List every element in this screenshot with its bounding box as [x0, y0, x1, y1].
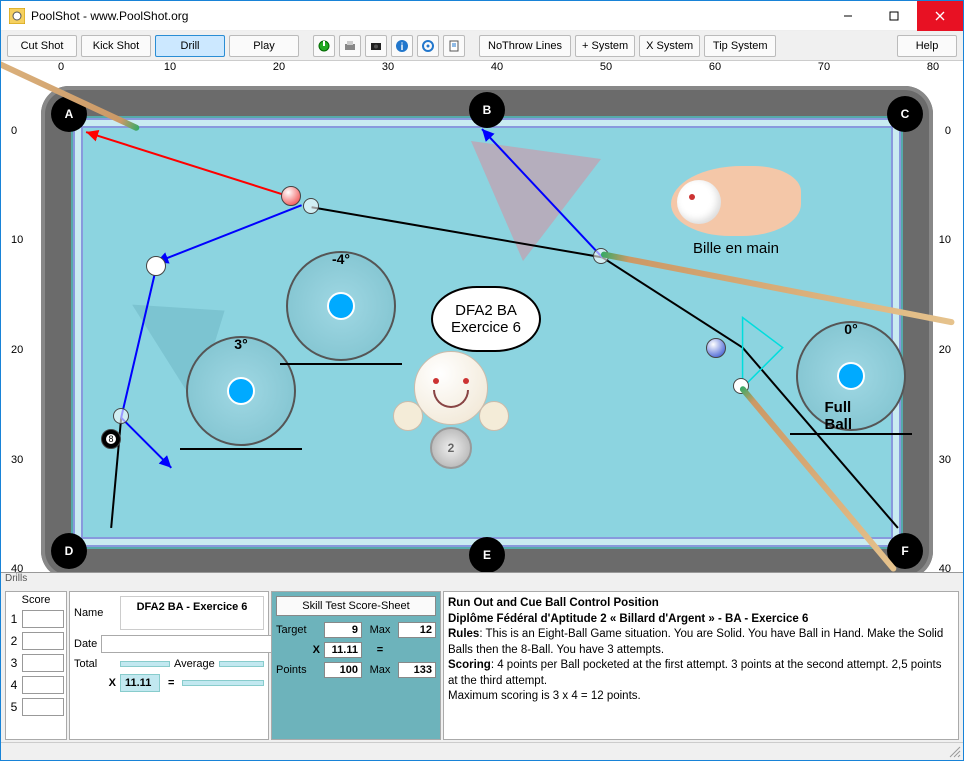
ball-2[interactable]	[706, 338, 726, 358]
main-canvas[interactable]: 010 2030 4050 6070 80 010 2030 40 010 20…	[1, 61, 963, 742]
info-panel: NameDFA2 BA - Exercice 6 DateClear Total…	[69, 591, 269, 740]
tip-system-button[interactable]: Tip System	[704, 35, 776, 57]
aim-disc-3: 0° Full Ball	[796, 321, 906, 431]
target-max: 12	[398, 622, 436, 638]
info-icon[interactable]: i	[391, 35, 413, 57]
drill-button[interactable]: Drill	[155, 35, 225, 57]
points-max: 133	[398, 662, 436, 678]
camera-icon[interactable]	[365, 35, 387, 57]
score-input-5[interactable]	[22, 698, 64, 716]
help-button[interactable]: Help	[897, 35, 957, 57]
pocket-b: B	[469, 92, 505, 128]
pocket-e: E	[469, 537, 505, 573]
close-button[interactable]	[917, 1, 963, 31]
skill-panel: Skill Test Score-Sheet Target9Max12 X11.…	[271, 591, 441, 740]
toolbar: Cut Shot Kick Shot Drill Play i NoThrow …	[1, 31, 963, 61]
date-input[interactable]	[101, 635, 280, 653]
skill-sheet-button[interactable]: Skill Test Score-Sheet	[276, 596, 436, 616]
description-panel: Run Out and Cue Ball Control Position Di…	[443, 591, 959, 740]
panel-tabs: Drills	[1, 573, 963, 589]
score-input-4[interactable]	[22, 676, 64, 694]
app-icon	[9, 8, 25, 24]
speech-bubble: DFA2 BAExercice 6	[431, 286, 541, 352]
x-system-button[interactable]: X System	[639, 35, 700, 57]
window-title: PoolShot - www.PoolShot.org	[31, 9, 825, 23]
svg-text:i: i	[401, 42, 404, 53]
ghost-ball	[113, 408, 129, 424]
ghost-ball	[303, 198, 319, 214]
kick-shot-button[interactable]: Kick Shot	[81, 35, 151, 57]
minimize-button[interactable]	[825, 1, 871, 31]
aim-disc-2: -4°	[286, 251, 396, 361]
statusbar	[1, 742, 963, 760]
mascot: 2	[401, 351, 501, 451]
score-input-3[interactable]	[22, 654, 64, 672]
aim-disc-1: 3°	[186, 336, 296, 446]
medal-icon: 2	[430, 427, 472, 469]
x-value: 11.11	[120, 674, 160, 692]
nothrow-button[interactable]: NoThrow Lines	[479, 35, 571, 57]
titlebar: PoolShot - www.PoolShot.org	[1, 1, 963, 31]
ball-3[interactable]	[281, 186, 301, 206]
target-value: 9	[324, 622, 362, 638]
ruler-y-left: 010 2030 40	[11, 91, 41, 589]
ball-8[interactable]	[101, 429, 121, 449]
resize-grip[interactable]	[948, 745, 962, 759]
gear-icon[interactable]	[417, 35, 439, 57]
pocket-c: C	[887, 96, 923, 132]
avg-value	[219, 661, 264, 667]
print-icon[interactable]	[339, 35, 361, 57]
ball-in-hand: Bille en main	[671, 166, 801, 257]
skill-x: 11.11	[324, 642, 362, 658]
cue-ball[interactable]	[146, 256, 166, 276]
tab-drills[interactable]: Drills	[5, 573, 27, 584]
maximize-button[interactable]	[871, 1, 917, 31]
play-button[interactable]: Play	[229, 35, 299, 57]
pool-table[interactable]: A B C D E F 3° -4° 0° Full Ball	[41, 86, 933, 579]
pocket-d: D	[51, 533, 87, 569]
cut-shot-button[interactable]: Cut Shot	[7, 35, 77, 57]
ruler-x: 010 2030 4050 6070 80	[61, 61, 933, 81]
total-value	[120, 661, 170, 667]
score-input-2[interactable]	[22, 632, 64, 650]
points-value: 100	[324, 662, 362, 678]
power-icon[interactable]	[313, 35, 335, 57]
drill-name: DFA2 BA - Exercice 6	[120, 596, 264, 630]
score-panel: Score 1 2 3 4 5	[5, 591, 67, 740]
plus-system-button[interactable]: + System	[575, 35, 635, 57]
score-input-1[interactable]	[22, 610, 64, 628]
document-icon[interactable]	[443, 35, 465, 57]
